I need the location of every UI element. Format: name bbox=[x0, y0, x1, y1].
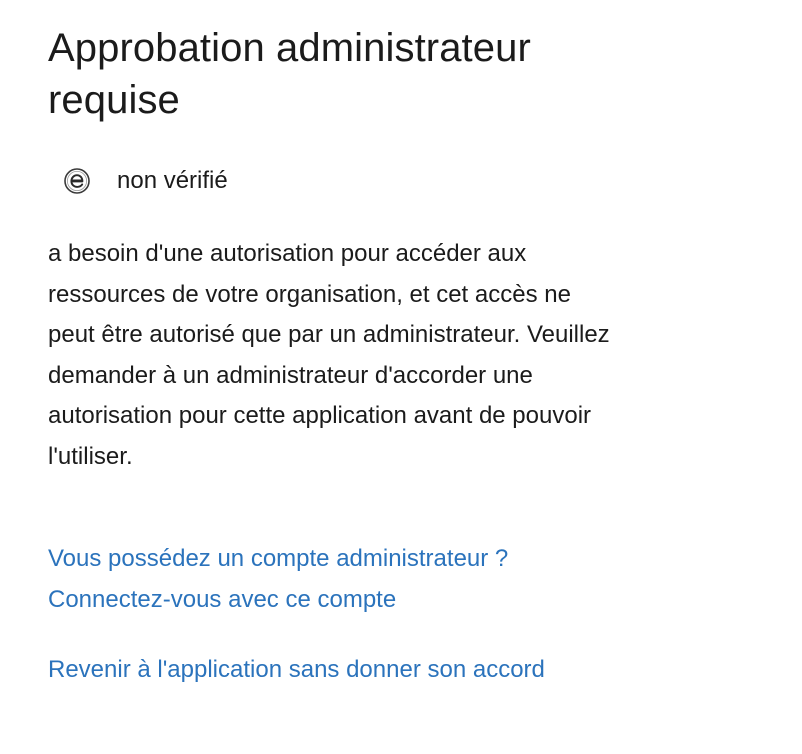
verification-status: non vérifié bbox=[117, 167, 228, 194]
admin-signin-link[interactable]: Vous possédez un compte administrateur ?… bbox=[48, 539, 788, 620]
description-line: demander à un administrateur d'accorder … bbox=[48, 361, 533, 389]
admin-signin-link-line1[interactable]: Vous possédez un compte administrateur ? bbox=[48, 545, 508, 572]
page-title-line2: requise bbox=[48, 78, 180, 122]
app-info: non vérifié bbox=[48, 164, 788, 198]
return-without-consent-link[interactable]: Revenir à l'application sans donner son … bbox=[48, 650, 788, 691]
consent-panel: Approbation administrateur requise non vé… bbox=[48, 0, 788, 691]
description-line: a besoin d'une autorisation pour accéder… bbox=[48, 240, 527, 267]
description-text: a besoin d'une autorisation pour accéder… bbox=[48, 234, 768, 477]
description-line: peut être autorisé que par un administra… bbox=[48, 321, 610, 348]
description-line: ressources de votre organisation, et cet… bbox=[48, 280, 571, 308]
admin-signin-link-line2[interactable]: Connectez-vous avec ce compte bbox=[48, 586, 396, 613]
page-title: Approbation administrateur requise bbox=[48, 0, 788, 126]
page-title-line1: Approbation administrateur bbox=[48, 26, 531, 70]
edge-icon bbox=[60, 164, 94, 198]
links-section: Vous possédez un compte administrateur ?… bbox=[48, 539, 788, 691]
description-line: l'utiliser. bbox=[48, 442, 133, 470]
description-line: autorisation pour cette application avan… bbox=[48, 402, 592, 429]
